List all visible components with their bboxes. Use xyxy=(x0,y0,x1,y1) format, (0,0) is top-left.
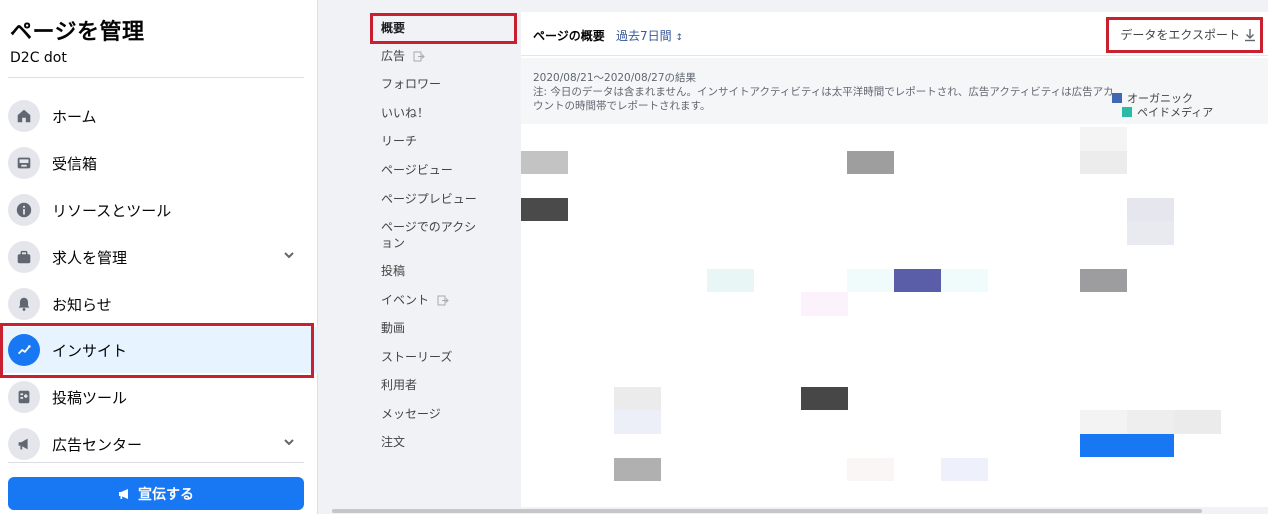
megaphone-icon xyxy=(8,428,40,460)
panel-title: ページの概要 xyxy=(533,29,605,43)
legend-item-paid: ペイドメディア xyxy=(1122,105,1213,119)
sidebar-item-label: 受信箱 xyxy=(52,154,98,173)
date-range-value: 過去7日間 xyxy=(616,29,672,43)
export-label: データをエクスポート xyxy=(1120,28,1240,42)
date-range-select[interactable]: 過去7日間 ↕ xyxy=(616,27,683,44)
legend-swatch xyxy=(1112,93,1122,103)
sort-arrows-icon: ↕ xyxy=(675,33,684,43)
submenu-item-ads[interactable]: 広告 xyxy=(381,48,425,64)
submenu-item-label: イベント xyxy=(381,293,430,307)
left-sidebar: ページを管理 D2C dot ホーム 受信箱 リソースとツール 求人を管理 お知… xyxy=(0,0,318,514)
sidebar-item-ad-center[interactable]: 広告センター xyxy=(0,421,318,467)
sidebar-item-label: お知らせ xyxy=(52,295,112,314)
inbox-icon xyxy=(8,147,40,179)
sidebar-item-notifications[interactable]: お知らせ xyxy=(0,281,318,327)
external-link-icon xyxy=(413,51,425,62)
note-date: 2020/08/21～2020/08/27の結果 xyxy=(533,72,697,84)
sidebar-item-label: インサイト xyxy=(52,341,128,360)
scrollbar-thumb[interactable] xyxy=(332,509,1202,513)
page-name[interactable]: D2C dot xyxy=(10,50,67,66)
chevron-down-icon[interactable] xyxy=(282,248,296,262)
briefcase-icon xyxy=(8,241,40,273)
promote-label: 宣伝する xyxy=(138,486,194,503)
submenu-item-label: 広告 xyxy=(381,49,406,63)
sidebar-item-insights[interactable]: インサイト xyxy=(0,327,318,373)
legend-swatch xyxy=(1122,107,1132,117)
sidebar-item-inbox[interactable]: 受信箱 xyxy=(0,140,318,186)
results-note: 2020/08/21～2020/08/27の結果 注: 今日のデータは含まれませ… xyxy=(521,58,1268,124)
submenu-item-likes[interactable]: いいね！ xyxy=(381,105,429,121)
publishing-icon xyxy=(8,381,40,413)
sidebar-item-home[interactable]: ホーム xyxy=(0,93,318,139)
submenu-item-stories[interactable]: ストーリーズ xyxy=(381,349,452,365)
divider xyxy=(8,462,304,463)
sidebar-title: ページを管理 xyxy=(10,20,145,45)
legend: オーガニック ペイドメディア xyxy=(1112,91,1213,119)
bell-icon xyxy=(8,288,40,320)
sidebar-item-label: ホーム xyxy=(52,107,97,126)
sidebar-item-label: 求人を管理 xyxy=(52,248,128,267)
submenu-item-page-previews[interactable]: ページプレビュー xyxy=(381,191,477,207)
submenu-item-orders[interactable]: 注文 xyxy=(381,434,405,450)
promote-button[interactable]: 宣伝する xyxy=(8,477,304,510)
submenu-item-events[interactable]: イベント xyxy=(381,292,449,308)
submenu-item-overview[interactable]: 概要 xyxy=(381,20,405,36)
chart-line-icon xyxy=(8,334,40,366)
sidebar-item-label: 投稿ツール xyxy=(52,388,128,407)
panel-header: ページの概要 過去7日間 ↕ データをエクスポート xyxy=(521,12,1268,56)
submenu-item-page-actions[interactable]: ページでのアクション xyxy=(381,219,486,251)
megaphone-icon xyxy=(119,488,128,499)
submenu-item-reach[interactable]: リーチ xyxy=(381,133,417,149)
submenu-item-videos[interactable]: 動画 xyxy=(381,320,405,336)
legend-item-organic: オーガニック xyxy=(1112,91,1213,105)
home-icon xyxy=(8,100,40,132)
sidebar-item-publishing-tools[interactable]: 投稿ツール xyxy=(0,374,318,420)
screen: ページを管理 D2C dot ホーム 受信箱 リソースとツール 求人を管理 お知… xyxy=(0,0,1268,514)
submenu-item-followers[interactable]: フォロワー xyxy=(381,76,441,92)
submenu-item-people[interactable]: 利用者 xyxy=(381,377,417,393)
external-link-icon xyxy=(437,295,449,306)
chevron-down-icon[interactable] xyxy=(282,435,296,449)
info-icon xyxy=(8,194,40,226)
sidebar-item-jobs[interactable]: 求人を管理 xyxy=(0,234,318,280)
download-icon xyxy=(1245,28,1255,41)
submenu-item-messages[interactable]: メッセージ xyxy=(381,406,441,422)
legend-label: ペイドメディア xyxy=(1137,106,1214,119)
note-text: 注: 今日のデータは含まれません。インサイトアクティビティは太平洋時間でレポート… xyxy=(533,86,1114,112)
sidebar-item-label: リソースとツール xyxy=(52,201,172,220)
sidebar-item-label: 広告センター xyxy=(52,435,143,454)
divider xyxy=(8,77,304,78)
overview-panel: ページの概要 過去7日間 ↕ データをエクスポート 2020/08/21～202… xyxy=(521,12,1268,508)
submenu-item-posts[interactable]: 投稿 xyxy=(381,263,405,279)
horizontal-scrollbar[interactable] xyxy=(320,507,1268,514)
export-data-button[interactable]: データをエクスポート xyxy=(1120,26,1256,43)
sidebar-item-resources[interactable]: リソースとツール xyxy=(0,187,318,233)
insights-submenu: 概要 広告 フォロワー いいね！ リーチ ページビュー ページプレビュー ページ… xyxy=(370,0,520,514)
submenu-item-page-views[interactable]: ページビュー xyxy=(381,162,453,178)
